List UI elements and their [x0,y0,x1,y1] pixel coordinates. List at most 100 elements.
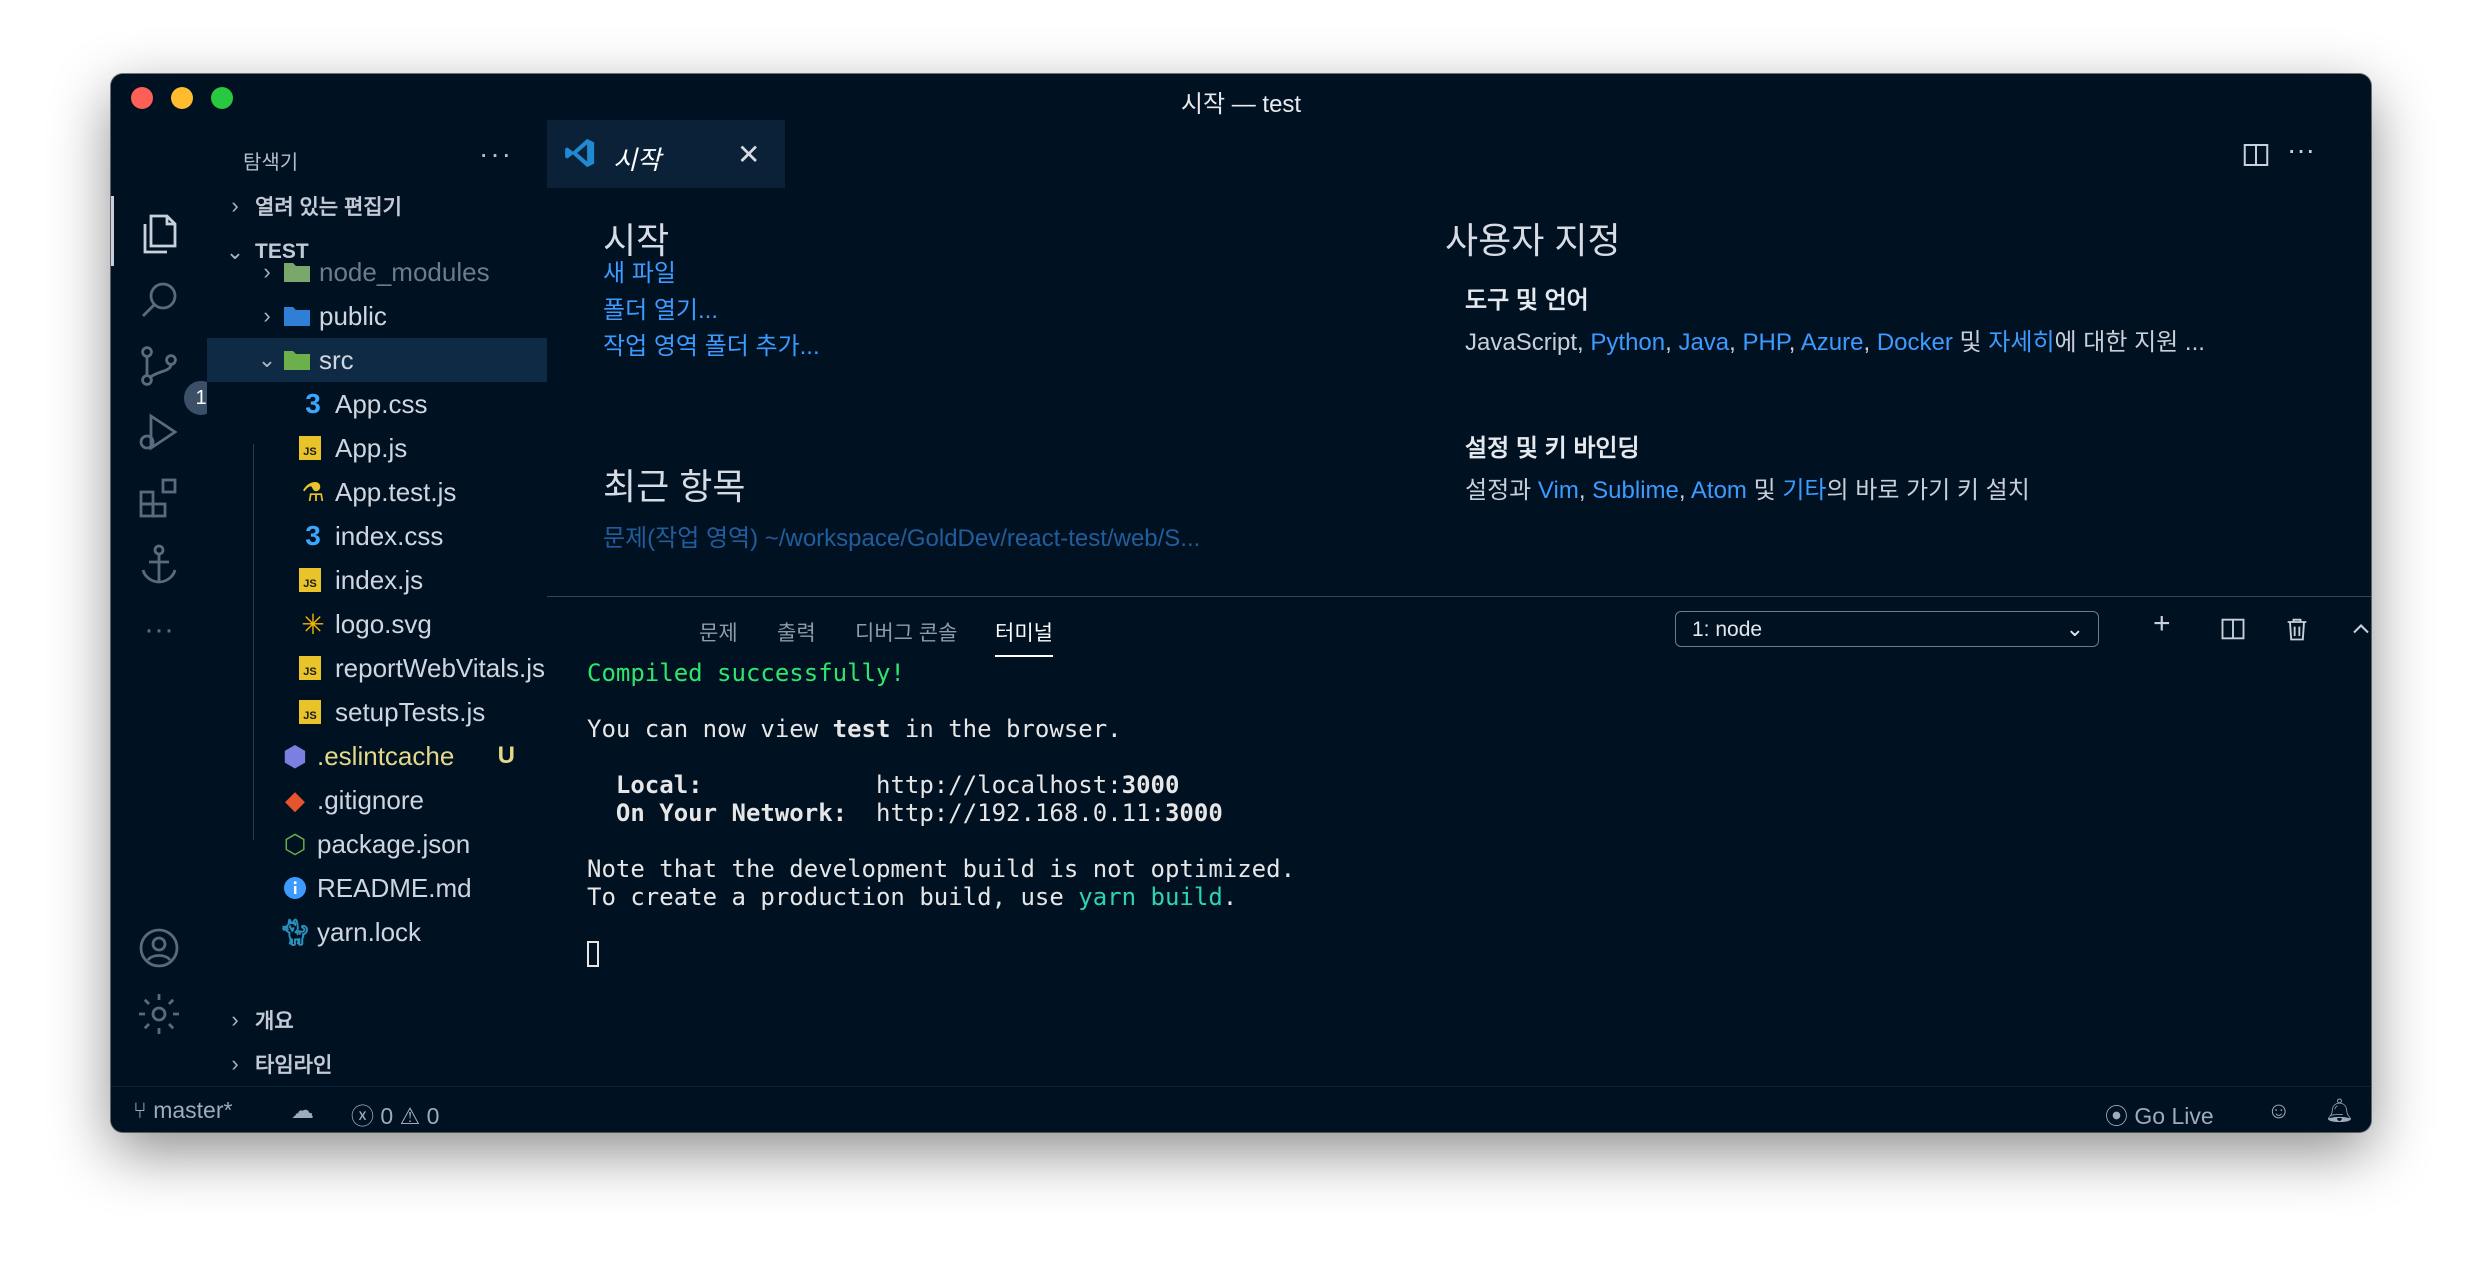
add-workspace-folder-link[interactable]: 작업 영역 폴더 추가... [603,326,820,361]
eslint-icon: ⬢ [282,740,308,772]
tree-item-label: index.js [335,564,424,595]
editor-tab-bar: 시작 ✕ ··· [547,120,2371,189]
explorer-sidebar: 탐색기 ··· › 열려 있는 편집기 ⌄ TEST › node_modules… [207,120,548,1086]
tab-problems[interactable]: 문제 [699,617,738,647]
extensions-icon[interactable] [131,470,187,526]
sublime-link[interactable]: Sublime [1592,477,1679,504]
tree-item-label: App.css [335,388,428,419]
close-icon[interactable]: ✕ [737,138,760,171]
new-file-link[interactable]: 새 파일 [603,253,676,288]
tree-item-label: yarn.lock [317,916,422,947]
terminal-select[interactable]: 1: node ⌄ [1675,611,2099,647]
window-title: 시작 — test [1180,91,1302,118]
azure-link[interactable]: Azure [1801,329,1864,356]
more-icon[interactable]: ··· [131,602,187,658]
tree-item-label: .eslintcache [317,740,455,771]
tree-item[interactable]: 🐈︎ yarn.lock [207,910,547,954]
problems-status[interactable]: ⓧ 0 ⚠ 0 [351,1097,439,1131]
chevron-right-icon: › [231,1007,239,1032]
docker-link[interactable]: Docker [1877,329,1953,356]
tree-item[interactable]: JS setupTests.js [207,690,547,734]
explorer-more-icon[interactable]: ··· [479,138,513,170]
go-live-button[interactable]: ⦿ Go Live [2105,1097,2214,1131]
active-indicator [111,196,114,266]
tree-item-label: README.md [317,872,472,903]
recent-item-link[interactable]: 문제(작업 영역) ~/workspace/GoldDev/react-test… [603,518,1200,553]
section-outline[interactable]: › 개요 [207,1000,547,1040]
new-terminal-plus-icon[interactable]: + [2153,607,2171,641]
tree-item-label: src [319,344,354,375]
tab-welcome[interactable]: 시작 ✕ [547,120,785,188]
recent-heading: 최근 항목 [603,466,746,507]
anchor-icon[interactable] [131,536,187,592]
info-icon [281,874,309,902]
sync-cloud-icon[interactable]: ☁ [291,1097,314,1124]
tree-item[interactable]: 3 App.css [207,382,547,426]
more-link[interactable]: 자세히 [1988,329,2054,356]
tree-item[interactable]: JS App.js [207,426,547,470]
tree-item[interactable]: › node_modules [207,250,547,294]
open-folder-link[interactable]: 폴더 열기... [603,290,718,325]
tree-item[interactable]: 3 index.css [207,514,547,558]
tree-item-label: logo.svg [335,608,432,639]
tools-languages-title[interactable]: 도구 및 언어 [1465,280,1589,315]
split-editor-icon[interactable] [2241,140,2271,170]
split-terminal-icon[interactable] [2219,615,2247,643]
run-debug-icon[interactable] [131,404,187,460]
terminal-cursor [587,941,599,967]
account-icon[interactable] [131,920,187,976]
tree-item[interactable]: ⚗ App.test.js [207,470,547,514]
branch-status[interactable]: ⑂ master* [133,1097,232,1124]
svg-icon: ✳ [301,608,325,640]
vim-link[interactable]: Vim [1538,477,1579,504]
tree-item[interactable]: JS reportWebVitals.js [207,646,547,690]
tree-item[interactable]: ⬢ .eslintcache U [207,734,547,778]
python-link[interactable]: Python [1590,329,1665,356]
tree-item-label: public [319,300,387,331]
tree-item[interactable]: README.md [207,866,547,910]
terminal-select-value: 1: node [1692,618,1763,641]
tree-item[interactable]: › public [207,294,547,338]
tab-debug-console[interactable]: 디버그 콘솔 [855,617,957,647]
vscode-window: 시작 — test 1 ··· 탐색기 ··· › 열려 있는 편집기 ⌄ TE… [111,74,2371,1132]
js-icon: JS [299,568,321,592]
tools-languages-desc: JavaScript, Python, Java, PHP, Azure, Do… [1465,329,2205,356]
atom-link[interactable]: Atom [1691,477,1747,504]
other-link[interactable]: 기타 [1782,477,1826,504]
tree-item[interactable]: ◆ .gitignore [207,778,547,822]
more-actions-icon[interactable]: ··· [2287,134,2315,166]
section-label: 타임라인 [255,1054,333,1077]
activity-bar: 1 ··· [111,120,221,1086]
tree-item[interactable]: JS index.js [207,558,547,602]
tab-output[interactable]: 출력 [777,617,816,647]
maximize-panel-chevron-up-icon[interactable] [2347,615,2371,643]
settings-keybindings-title[interactable]: 설정 및 키 바인딩 [1465,428,1640,463]
trash-icon[interactable] [2283,615,2311,643]
section-open-editors[interactable]: › 열려 있는 편집기 [207,186,547,226]
notifications-bell-icon[interactable]: 🔔︎ [2325,1097,2354,1124]
php-link[interactable]: PHP [1743,329,1789,356]
tree-item-label: App.js [335,432,408,463]
tree-item-label: reportWebVitals.js [335,652,546,683]
tree-item-label: node_modules [319,256,490,287]
tab-terminal[interactable]: 터미널 [995,617,1053,657]
tree-item-label: .gitignore [317,784,424,815]
source-control-icon[interactable]: 1 [131,338,221,418]
js-icon: JS [299,700,321,724]
yarn-icon: 🐈︎ [278,916,312,947]
settings-gear-icon[interactable] [131,986,187,1042]
feedback-icon[interactable]: ☺ [2267,1097,2290,1124]
tree-item-label: package.json [317,828,471,859]
status-bar: ⑂ master* ☁ ⓧ 0 ⚠ 0 ⦿ Go Live ☺ 🔔︎ [111,1086,2371,1132]
tree-item[interactable]: ⬡ package.json [207,822,547,866]
search-icon[interactable] [131,272,187,328]
java-link[interactable]: Java [1678,329,1729,356]
explorer-icon[interactable] [131,206,187,262]
welcome-page: 시작 새 파일 폴더 열기... 작업 영역 폴더 추가... 최근 항목 문제… [547,188,2371,596]
tab-label: 시작 [613,145,661,175]
tree-item[interactable]: ✳ logo.svg [207,602,547,646]
terminal-output[interactable]: Compiled successfully! You can now view … [587,659,1295,967]
tree-item[interactable]: ⌄ src [207,338,547,382]
section-timeline[interactable]: › 타임라인 [207,1044,547,1084]
section-label: 개요 [255,1010,294,1033]
